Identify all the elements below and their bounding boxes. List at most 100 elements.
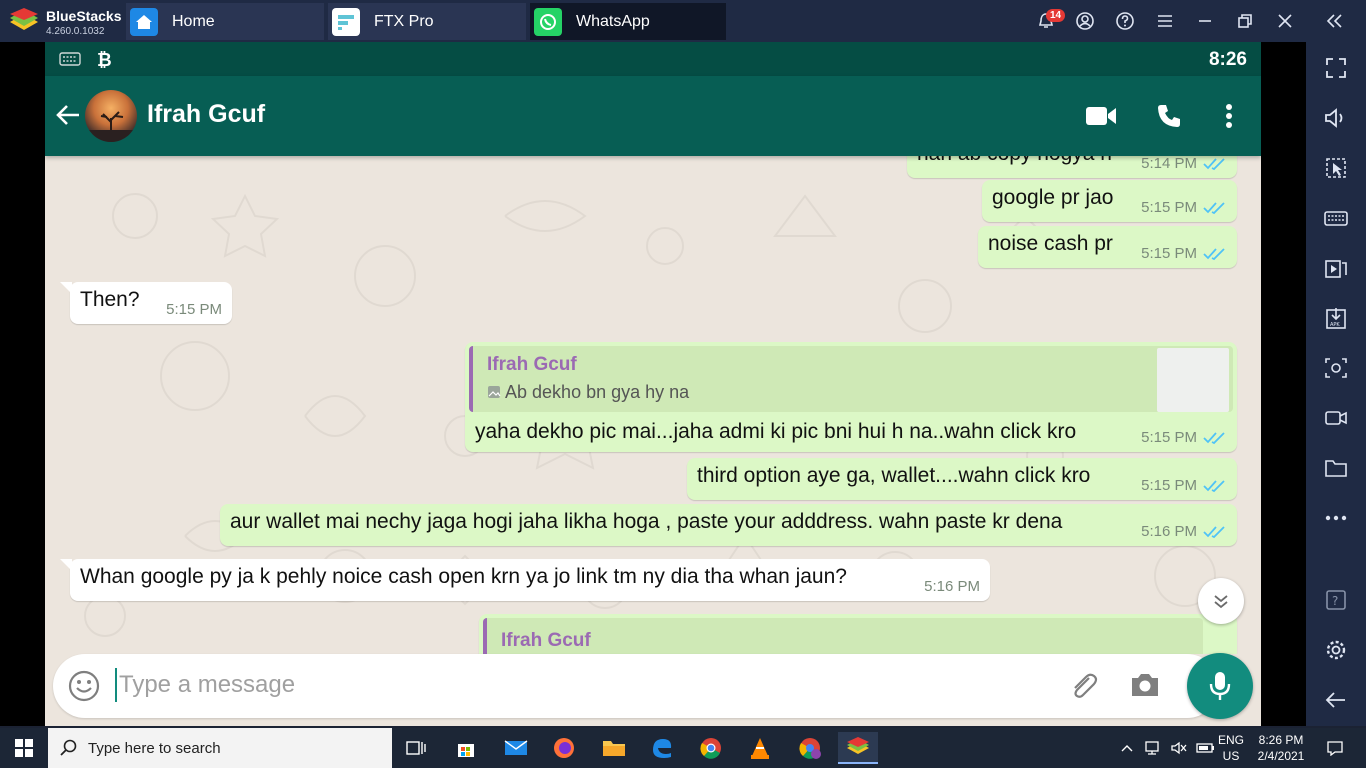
firefox-icon[interactable] — [544, 732, 584, 764]
bluestacks-name: BlueStacks — [46, 8, 122, 24]
search-icon — [60, 739, 77, 756]
message-bubble-out-reply[interactable]: Ifrah Gcuf Ab dekho bn gya hy na yaha de… — [465, 342, 1237, 452]
volume-icon[interactable] — [1322, 104, 1350, 132]
volume-muted-icon[interactable] — [1170, 740, 1188, 756]
quoted-text-body: Ab dekho bn gya hy na — [505, 382, 690, 402]
message-time: 5:15 PM — [166, 301, 222, 318]
windows-icon — [15, 739, 33, 757]
svg-text:APK: APK — [1330, 322, 1340, 328]
read-ticks-icon — [1203, 525, 1225, 538]
scroll-to-bottom-button[interactable] — [1198, 578, 1244, 624]
keyboard-icon[interactable] — [1322, 204, 1350, 232]
help-icon[interactable] — [1113, 9, 1137, 33]
message-bubble-out[interactable]: third option aye ga, wallet....wahn clic… — [687, 458, 1237, 500]
action-center-icon[interactable] — [1320, 728, 1350, 768]
tab-ftx-pro[interactable]: FTX Pro — [328, 3, 526, 40]
left-margin — [0, 42, 45, 726]
collapse-sidebar-icon[interactable] — [1323, 9, 1347, 33]
message-bubble-out-reply[interactable]: Ifrah Gcuf — [479, 614, 1237, 654]
mail-icon[interactable] — [496, 732, 536, 764]
camera-icon[interactable] — [1129, 670, 1161, 700]
voice-call-icon[interactable] — [1153, 100, 1185, 132]
chat-area[interactable]: nah ab copy hogya h 5:14 PM google pr ja… — [45, 156, 1261, 654]
message-composer — [45, 654, 1261, 726]
tab-home-label: Home — [172, 12, 215, 30]
fullscreen-icon[interactable] — [1322, 54, 1350, 82]
message-time: 5:14 PM — [1141, 156, 1197, 172]
message-meta: 5:16 PM — [924, 578, 980, 595]
chevron-up-icon[interactable] — [1120, 743, 1134, 753]
pointer-icon[interactable] — [1322, 154, 1350, 182]
message-meta: 5:15 PM — [1141, 245, 1227, 262]
language-code: ENG — [1218, 733, 1245, 747]
attach-icon[interactable] — [1067, 670, 1099, 702]
language-indicator[interactable]: ENG US — [1218, 728, 1244, 768]
folder-icon[interactable] — [1322, 454, 1350, 482]
message-meta: 5:14 PM — [1141, 156, 1227, 172]
message-bubble-out[interactable]: noise cash pr 5:15 PM — [978, 226, 1237, 268]
bluestacks-logo-icon — [10, 8, 38, 30]
account-icon[interactable] — [1073, 9, 1097, 33]
edge-icon[interactable] — [642, 732, 682, 764]
quoted-message[interactable]: Ifrah Gcuf Ab dekho bn gya hy na — [469, 346, 1233, 412]
message-bubble-out[interactable]: google pr jao 5:15 PM — [982, 180, 1237, 222]
message-bubble-in[interactable]: Then? 5:15 PM — [60, 282, 232, 324]
vlc-icon[interactable] — [740, 732, 780, 764]
video-call-icon[interactable] — [1085, 100, 1117, 132]
chrome-icon[interactable] — [691, 732, 731, 764]
voice-message-button[interactable] — [1187, 653, 1253, 719]
overflow-menu-icon[interactable] — [1213, 100, 1245, 132]
message-meta: 5:16 PM — [1141, 523, 1227, 540]
start-button[interactable] — [0, 728, 48, 768]
tab-whatsapp[interactable]: WhatsApp — [530, 3, 726, 40]
menu-icon[interactable] — [1153, 9, 1177, 33]
quoted-text: Ab dekho bn gya hy na — [487, 382, 689, 403]
more-icon[interactable] — [1322, 504, 1350, 532]
message-text: Then? — [80, 288, 140, 311]
network-icon[interactable] — [1144, 740, 1162, 756]
quoted-message[interactable]: Ifrah Gcuf — [483, 618, 1203, 654]
bluestacks-taskbar-icon[interactable] — [838, 732, 878, 764]
apk-install-icon[interactable]: APK — [1322, 304, 1350, 332]
task-view-icon[interactable] — [396, 732, 436, 764]
message-bubble-out[interactable]: nah ab copy hogya h 5:14 PM — [907, 156, 1237, 178]
close-icon[interactable] — [1273, 9, 1297, 33]
message-time: 5:16 PM — [924, 578, 980, 595]
ftx-icon — [332, 7, 360, 36]
avatar[interactable] — [85, 90, 137, 142]
android-status-bar: ₿ 8:26 — [45, 42, 1261, 76]
back-icon[interactable] — [1322, 686, 1350, 714]
record-icon[interactable] — [1322, 404, 1350, 432]
store-icon[interactable] — [446, 732, 486, 764]
windows-taskbar: Type here to search ENG US 8:26 PM 2/4/2… — [0, 728, 1366, 768]
message-time: 5:15 PM — [1141, 477, 1197, 494]
message-bubble-out[interactable]: aur wallet mai nechy jaga hogi jaha likh… — [220, 504, 1237, 546]
chrome-profile-icon[interactable] — [790, 732, 830, 764]
screenshot-icon[interactable] — [1322, 354, 1350, 382]
settings-icon[interactable] — [1322, 636, 1350, 664]
restore-icon[interactable] — [1233, 9, 1257, 33]
minimize-icon[interactable] — [1193, 9, 1217, 33]
contact-name[interactable]: Ifrah Gcuf — [147, 100, 265, 129]
tab-home[interactable]: Home — [126, 3, 324, 40]
clock-time: 8:26 PM — [1258, 733, 1304, 747]
status-time: 8:26 — [1208, 49, 1247, 70]
message-text: Whan google py ja k pehly noice cash ope… — [80, 565, 847, 588]
help-icon[interactable]: ? — [1322, 586, 1350, 614]
search-placeholder: Type here to search — [88, 739, 221, 757]
tab-whatsapp-label: WhatsApp — [576, 12, 650, 30]
notification-badge: 14 — [1046, 9, 1066, 22]
message-bubble-in[interactable]: Whan google py ja k pehly noice cash ope… — [60, 559, 990, 601]
media-manager-icon[interactable] — [1322, 254, 1350, 282]
back-arrow-icon[interactable] — [55, 102, 81, 128]
read-ticks-icon — [1203, 479, 1225, 492]
bluestacks-version: 4.260.0.1032 — [46, 26, 105, 37]
message-text: aur wallet mai nechy jaga hogi jaha likh… — [230, 510, 1063, 533]
message-text: yaha dekho pic mai...jaha admi ki pic bn… — [475, 420, 1077, 443]
battery-icon[interactable] — [1196, 741, 1216, 755]
emoji-icon[interactable] — [68, 670, 100, 702]
message-input[interactable] — [115, 668, 995, 702]
taskbar-search[interactable]: Type here to search — [48, 728, 392, 768]
file-explorer-icon[interactable] — [594, 732, 634, 764]
clock[interactable]: 8:26 PM 2/4/2021 — [1256, 728, 1306, 768]
